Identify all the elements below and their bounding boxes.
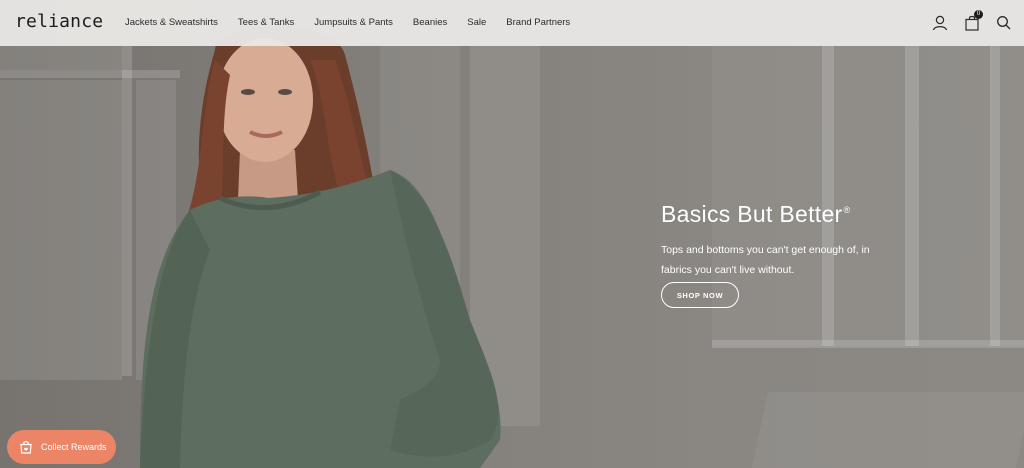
brand-logo[interactable]: reliance	[15, 11, 103, 32]
nav-item-brand-partners[interactable]: Brand Partners	[506, 17, 570, 28]
nav-item-jackets-sweatshirts[interactable]: Jackets & Sweatshirts	[125, 17, 218, 28]
back-wall	[712, 46, 1024, 346]
window-mullion	[905, 46, 919, 346]
site-header: reliance Jackets & Sweatshirts Tees & Ta…	[0, 0, 1024, 46]
hero-subtitle: Tops and bottoms you can't get enough of…	[661, 244, 870, 276]
floor-light	[751, 392, 1024, 468]
window-pane	[0, 46, 122, 70]
window-mullion	[990, 46, 1000, 346]
hero-copy: Basics But Better® Tops and bottoms you …	[661, 201, 921, 308]
user-icon	[932, 15, 948, 31]
window-pane	[0, 80, 122, 380]
main-nav: Jackets & Sweatshirts Tees & Tanks Jumps…	[125, 17, 590, 28]
search-button[interactable]	[994, 13, 1014, 33]
shopping-bag-heart-icon	[20, 441, 32, 454]
account-button[interactable]	[930, 13, 950, 33]
nav-item-tees-tanks[interactable]: Tees & Tanks	[238, 17, 294, 28]
nav-item-sale[interactable]: Sale	[467, 17, 486, 28]
hero-title: Basics But Better®	[661, 201, 921, 228]
registered-mark: ®	[843, 205, 851, 216]
model-photo	[140, 26, 501, 468]
search-icon	[997, 16, 1011, 30]
cart-button[interactable]: 0	[962, 10, 983, 33]
nav-item-jumpsuits-pants[interactable]: Jumpsuits & Pants	[314, 17, 393, 28]
cart-count-badge: 0	[974, 10, 983, 19]
hero-title-text: Basics But Better	[661, 201, 843, 227]
nav-item-beanies[interactable]: Beanies	[413, 17, 447, 28]
shop-now-button[interactable]: SHOP NOW	[661, 282, 739, 308]
rewards-label: Collect Rewards	[41, 442, 107, 452]
window-mullion	[822, 46, 834, 346]
header-icons: 0	[930, 10, 1014, 33]
window-sill	[712, 340, 1024, 348]
collect-rewards-button[interactable]: Collect Rewards	[7, 430, 116, 464]
